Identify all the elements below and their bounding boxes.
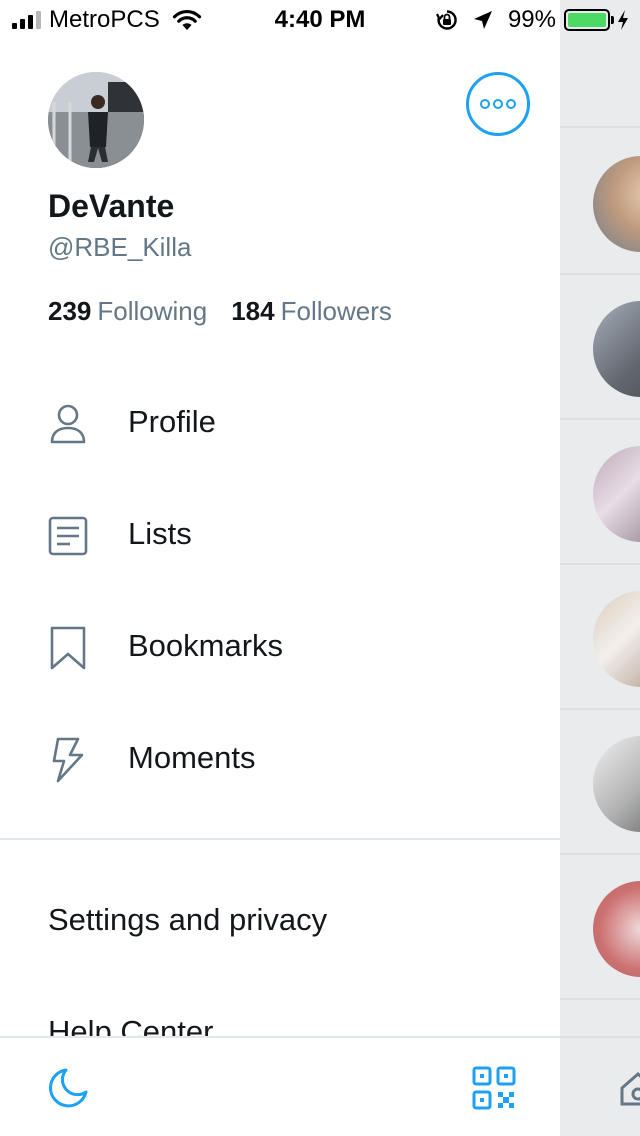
menu-item-profile[interactable]: Profile <box>0 382 560 462</box>
menu-item-bookmarks[interactable]: Bookmarks <box>0 606 560 686</box>
more-dot-icon <box>480 99 490 109</box>
background-timeline <box>560 0 640 1136</box>
more-options-button[interactable] <box>466 72 530 136</box>
bookmark-icon <box>50 626 86 670</box>
list-icon <box>48 516 88 556</box>
battery-percent: 99% <box>507 6 556 33</box>
home-icon <box>620 1072 640 1106</box>
avatar-photo <box>48 72 144 168</box>
followers-link[interactable]: 184 Followers <box>231 296 392 327</box>
timeline-row <box>560 275 640 420</box>
following-label: Following <box>97 296 208 326</box>
menu-item-moments[interactable]: Moments <box>0 718 560 798</box>
avatar <box>593 156 640 252</box>
followers-label: Followers <box>280 296 392 326</box>
side-drawer: DeVante @RBE_Killa 239 Following 184 Follo… <box>0 0 560 1136</box>
menu-item-label: Lists <box>128 516 192 551</box>
timeline-row <box>560 565 640 710</box>
status-bar: MetroPCS 4:40 PM 99% <box>0 0 640 40</box>
display-name[interactable]: DeVante <box>48 188 174 225</box>
avatar <box>593 301 640 397</box>
following-count: 239 <box>48 296 92 326</box>
orientation-lock-icon <box>435 10 457 30</box>
battery-level <box>568 13 606 27</box>
menu-item-label: Bookmarks <box>128 628 284 663</box>
lightning-icon <box>52 737 84 783</box>
screen: MetroPCS 4:40 PM 99% DeVante @RBE_Killa … <box>0 0 640 1136</box>
timeline-row <box>560 710 640 855</box>
settings-and-privacy-link[interactable]: Settings and privacy <box>48 902 327 938</box>
timeline-row <box>560 855 640 1000</box>
menu-item-label: Profile <box>128 404 216 439</box>
following-link[interactable]: 239 Following <box>48 296 207 327</box>
person-icon <box>50 404 86 444</box>
timeline-row <box>560 130 640 275</box>
charging-bolt-icon <box>618 10 628 30</box>
timeline-tab-bar <box>560 1036 640 1136</box>
user-handle: @RBE_Killa <box>48 232 192 262</box>
menu-divider <box>0 838 560 840</box>
menu-item-label: Moments <box>128 740 256 775</box>
location-arrow-icon <box>473 11 492 29</box>
followers-count: 184 <box>231 296 275 326</box>
avatar <box>593 736 640 832</box>
timeline-row <box>560 420 640 565</box>
follow-counts: 239 Following 184 Followers <box>48 296 416 327</box>
menu-item-lists[interactable]: Lists <box>0 494 560 574</box>
avatar <box>593 591 640 687</box>
more-dot-icon <box>493 99 503 109</box>
avatar <box>593 881 640 977</box>
status-bar-right: 99% <box>435 6 630 34</box>
qr-code-icon[interactable] <box>472 1066 516 1110</box>
avatar <box>593 446 640 542</box>
more-dot-icon <box>506 99 516 109</box>
drawer-bottom-bar <box>0 1036 560 1136</box>
night-mode-icon[interactable] <box>44 1064 92 1112</box>
profile-avatar[interactable] <box>48 72 144 168</box>
battery-icon <box>564 9 614 31</box>
